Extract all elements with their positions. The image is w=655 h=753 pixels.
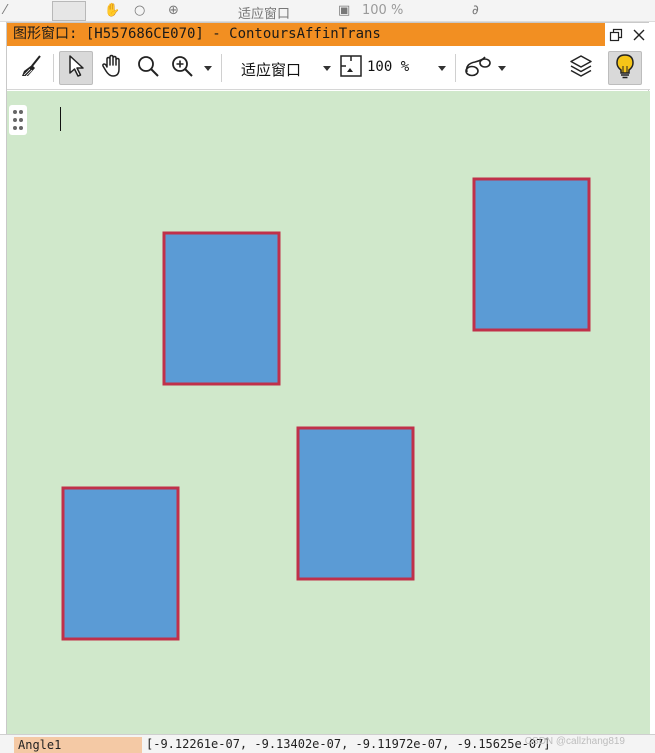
select-button[interactable] bbox=[59, 51, 93, 85]
background-frame-icon: ▣ bbox=[338, 3, 351, 18]
variable-value: [-9.12261e-07, -9.13402e-07, -9.11972e-0… bbox=[146, 737, 551, 751]
chevron-down-icon[interactable] bbox=[323, 66, 331, 71]
background-toolbar: ⁄ ✋ ○ ⊕ 适应窗口 ▣ 100 % ∂ bbox=[0, 0, 655, 22]
hand-icon bbox=[100, 53, 126, 83]
layers-button[interactable] bbox=[565, 52, 597, 84]
background-search-icon: ○ bbox=[134, 3, 146, 18]
hint-button[interactable] bbox=[608, 51, 642, 85]
region-rect[interactable] bbox=[61, 486, 180, 641]
window-toolbar: 适应窗口 100 % bbox=[7, 46, 650, 90]
draw-mode-button[interactable] bbox=[461, 52, 495, 84]
close-icon[interactable] bbox=[632, 28, 646, 42]
zoom-percent-dropdown-icon[interactable] bbox=[438, 66, 446, 71]
lightbulb-icon bbox=[613, 53, 637, 83]
restore-icon[interactable] bbox=[609, 28, 623, 42]
zoom-percent-label[interactable]: 100 % bbox=[367, 59, 409, 75]
background-fit-label: 适应窗口 bbox=[238, 7, 291, 22]
zoom-in-icon bbox=[170, 54, 194, 82]
zoom-fit-button[interactable] bbox=[339, 55, 363, 81]
pointer-icon bbox=[65, 54, 87, 82]
zoom-in-dropdown-icon[interactable] bbox=[204, 66, 212, 71]
window-controls bbox=[605, 23, 650, 46]
region-rect[interactable] bbox=[162, 231, 281, 386]
background-zoom-label: 100 % bbox=[362, 3, 404, 18]
background-shape-icon: ∂ bbox=[472, 3, 479, 18]
background-pen-icon: ⁄ bbox=[4, 3, 7, 18]
fit-frame-icon bbox=[340, 55, 362, 81]
window-title: 图形窗口: [H557686CE070] - ContoursAffinTran… bbox=[7, 23, 605, 46]
contour-regions bbox=[61, 177, 591, 641]
clear-button[interactable] bbox=[17, 52, 47, 84]
toolbar-separator bbox=[221, 54, 222, 82]
region-shape-icon bbox=[463, 54, 493, 82]
draw-mode-dropdown-icon[interactable] bbox=[498, 66, 506, 71]
variable-name[interactable]: Angle1 bbox=[14, 737, 142, 753]
variable-status-bar: Angle1 [-9.12261e-07, -9.13402e-07, -9.1… bbox=[0, 734, 655, 753]
watermark: CSDN @callzhang819 bbox=[524, 736, 625, 747]
broom-icon bbox=[20, 54, 44, 82]
toolbar-separator bbox=[53, 54, 54, 82]
background-zoom-icon: ⊕ bbox=[168, 3, 179, 18]
zoom-button[interactable] bbox=[133, 52, 163, 84]
graphics-window: 图形窗口: [H557686CE070] - ContoursAffinTran… bbox=[6, 22, 650, 735]
layers-icon bbox=[569, 54, 593, 82]
magnifier-icon bbox=[136, 54, 160, 82]
region-rect[interactable] bbox=[296, 426, 415, 581]
toolbar-separator bbox=[455, 54, 456, 82]
region-rect[interactable] bbox=[472, 177, 591, 332]
zoom-in-button[interactable] bbox=[167, 52, 197, 84]
background-pointer-icon bbox=[52, 1, 86, 21]
fit-window-label[interactable]: 适应窗口 bbox=[241, 59, 301, 80]
background-hand-icon: ✋ bbox=[104, 3, 121, 18]
image-canvas[interactable] bbox=[7, 91, 650, 735]
pan-button[interactable] bbox=[97, 52, 129, 84]
